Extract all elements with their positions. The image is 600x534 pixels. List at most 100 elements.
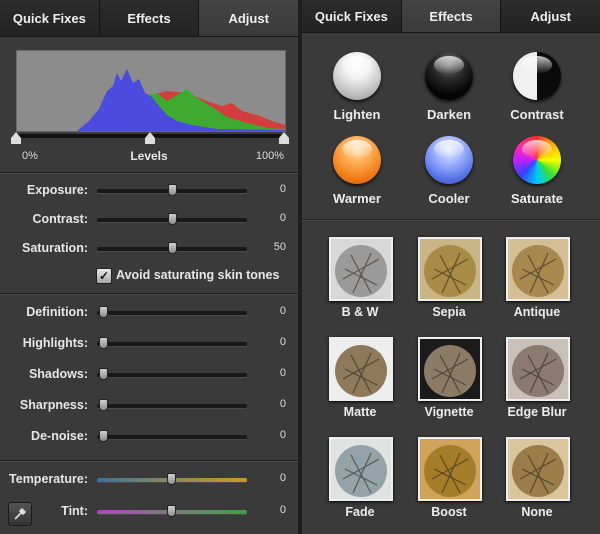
- temperature-label: Temperature:: [9, 472, 88, 486]
- tab-adjust[interactable]: Adjust: [501, 0, 600, 32]
- definition-value: 0: [279, 305, 286, 317]
- lighten-effect-label: Lighten: [333, 107, 381, 122]
- darken-effect-button[interactable]: [425, 52, 473, 100]
- sharpness-slider-thumb[interactable]: [99, 399, 108, 411]
- levels-black-point-handle[interactable]: [11, 132, 21, 144]
- shadows-value: 0: [279, 367, 286, 379]
- darken-effect-label: Darken: [426, 107, 472, 122]
- shadows-slider-thumb[interactable]: [99, 368, 108, 380]
- shadows-row: Shadows: 0: [0, 365, 298, 385]
- saturation-slider-thumb[interactable]: [167, 242, 177, 254]
- saturation-track[interactable]: [97, 242, 247, 254]
- lighten-effect-button[interactable]: [333, 52, 381, 100]
- fade-preset-thumbnail[interactable]: [329, 437, 393, 501]
- tint-row: Tint: 0: [0, 502, 298, 522]
- antique-preset-label: Antique: [513, 305, 561, 319]
- divider: [0, 293, 298, 294]
- temperature-track[interactable]: [97, 473, 247, 485]
- tint-slider-thumb[interactable]: [167, 505, 176, 517]
- sharpness-label: Sharpness:: [19, 398, 88, 412]
- levels-midpoint-handle[interactable]: [145, 132, 155, 144]
- contrast-label: Contrast:: [32, 212, 88, 226]
- tab-effects[interactable]: Effects: [401, 0, 502, 32]
- contrast-row: Contrast: 0: [0, 210, 298, 230]
- contrast-effect-button[interactable]: [513, 52, 561, 100]
- exposure-row: Exposure: 0: [0, 181, 298, 201]
- de-noise-row: De-noise: 0: [0, 427, 298, 447]
- temperature-slider-thumb[interactable]: [167, 473, 176, 485]
- matte-preset-thumbnail[interactable]: [329, 337, 393, 401]
- contrast-effect-label: Contrast: [510, 107, 564, 122]
- contrast-value: 0: [279, 212, 286, 224]
- saturate-effect-label: Saturate: [510, 191, 564, 206]
- tint-track[interactable]: [97, 505, 247, 517]
- tab-quick-fixes[interactable]: Quick Fixes: [0, 0, 100, 36]
- divider: [302, 219, 600, 220]
- adjust-panel-tabs: Quick Fixes Effects Adjust: [0, 0, 298, 37]
- levels-white-point-handle[interactable]: [279, 132, 289, 144]
- b-w-preset-label: B & W: [341, 305, 379, 319]
- levels-histogram: [16, 50, 286, 132]
- none-preset-thumbnail[interactable]: [506, 437, 570, 501]
- none-preset-label: None: [521, 505, 553, 519]
- sepia-preset-thumbnail[interactable]: [418, 237, 482, 301]
- cooler-effect-button[interactable]: [425, 136, 473, 184]
- effects-panel: Quick Fixes Effects Adjust Lighten Darken…: [302, 0, 600, 534]
- b-w-preset-thumbnail[interactable]: [329, 237, 393, 301]
- highlights-track[interactable]: [97, 337, 247, 349]
- skin-tones-checkbox[interactable]: ✓: [96, 268, 112, 284]
- de-noise-value: 0: [279, 429, 286, 441]
- definition-slider-thumb[interactable]: [99, 306, 108, 318]
- highlights-label: Highlights:: [22, 336, 88, 350]
- saturate-effect-button[interactable]: [513, 136, 561, 184]
- shadows-track[interactable]: [97, 368, 247, 380]
- definition-track[interactable]: [97, 306, 247, 318]
- tab-adjust[interactable]: Adjust: [199, 0, 298, 36]
- warmer-effect-button[interactable]: [333, 136, 381, 184]
- definition-label: Definition:: [26, 305, 88, 319]
- de-noise-slider-thumb[interactable]: [99, 430, 108, 442]
- exposure-label: Exposure:: [26, 183, 88, 197]
- orb-highlight: [434, 56, 464, 74]
- tint-label: Tint:: [61, 504, 88, 518]
- skin-tones-label: Avoid saturating skin tones: [116, 268, 280, 282]
- saturation-label: Saturation:: [22, 241, 88, 255]
- temperature-row: Temperature: 0: [0, 470, 298, 490]
- levels-label: Levels: [130, 149, 168, 163]
- contrast-track[interactable]: [97, 213, 247, 225]
- fade-preset-label: Fade: [345, 505, 375, 519]
- edge-blur-preset-thumbnail[interactable]: [506, 337, 570, 401]
- vignette-preset-label: Vignette: [424, 405, 474, 419]
- orb-highlight: [522, 56, 552, 74]
- levels-max-label: 100%: [255, 150, 284, 162]
- divider: [0, 172, 298, 173]
- effects-panel-tabs: Quick Fixes Effects Adjust: [302, 0, 600, 33]
- exposure-value: 0: [279, 183, 286, 195]
- exposure-slider-thumb[interactable]: [167, 184, 177, 196]
- saturation-value: 50: [273, 241, 286, 253]
- adjust-panel: Quick Fixes Effects Adjust 0% Levels 100…: [0, 0, 298, 534]
- tint-value: 0: [279, 504, 286, 516]
- sharpness-track[interactable]: [97, 399, 247, 411]
- orb-highlight: [434, 140, 464, 158]
- de-noise-label: De-noise:: [31, 429, 88, 443]
- orb-highlight: [342, 56, 372, 74]
- contrast-slider-thumb[interactable]: [167, 213, 177, 225]
- saturation-row: Saturation: 50: [0, 239, 298, 259]
- de-noise-track[interactable]: [97, 430, 247, 442]
- tab-effects[interactable]: Effects: [100, 0, 200, 36]
- vignette-preset-thumbnail[interactable]: [418, 337, 482, 401]
- tab-quick-fixes[interactable]: Quick Fixes: [302, 0, 402, 32]
- temperature-value: 0: [279, 472, 286, 484]
- warmer-effect-label: Warmer: [333, 191, 381, 206]
- boost-preset-thumbnail[interactable]: [418, 437, 482, 501]
- highlights-slider-thumb[interactable]: [99, 337, 108, 349]
- edge-blur-preset-label: Edge Blur: [507, 405, 567, 419]
- highlights-row: Highlights: 0: [0, 334, 298, 354]
- exposure-track[interactable]: [97, 184, 247, 196]
- orb-highlight: [342, 140, 372, 158]
- orb-highlight: [522, 140, 552, 158]
- sepia-preset-label: Sepia: [432, 305, 466, 319]
- highlights-value: 0: [279, 336, 286, 348]
- antique-preset-thumbnail[interactable]: [506, 237, 570, 301]
